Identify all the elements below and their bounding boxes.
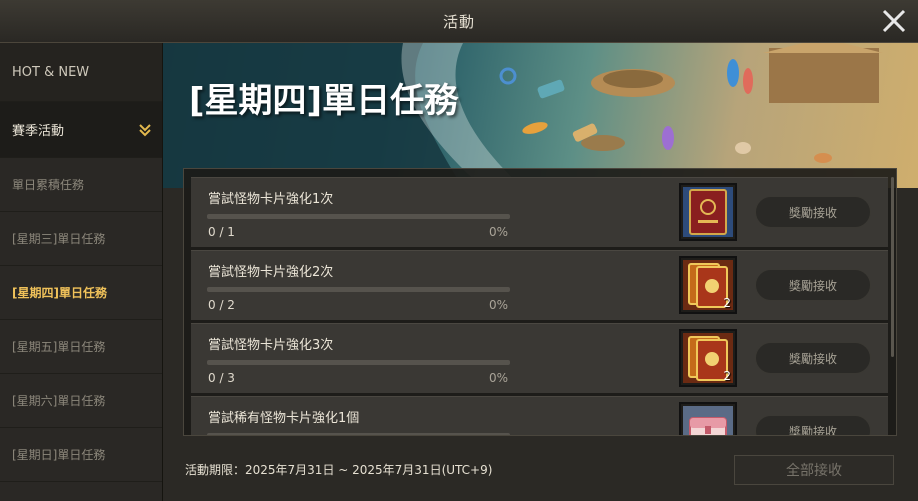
task-progress-bar: [207, 360, 510, 365]
claim-reward-button[interactable]: 獎勵接收: [755, 342, 871, 374]
sidebar-item-label: [星期五]單日任務: [12, 340, 106, 354]
monster-card-book-icon: [683, 187, 733, 237]
task-row: 嘗試稀有怪物卡片強化1個 獎勵接收: [191, 396, 888, 435]
claim-reward-button[interactable]: 獎勵接收: [755, 196, 871, 228]
reward-quantity: 2: [723, 369, 731, 383]
reward-item[interactable]: [679, 183, 737, 241]
reward-quantity: 2: [723, 296, 731, 310]
event-banner: [星期四]單日任務: [163, 43, 918, 188]
task-progress-bar: [207, 214, 510, 219]
sidebar: HOT & NEW 賽季活動 單日累積任務 [星期三]單日任務 [星期四]單日任…: [0, 43, 163, 501]
sidebar-item-sunday[interactable]: [星期日]單日任務: [0, 428, 162, 482]
page-title: [星期四]單日任務: [189, 81, 459, 121]
pink-chest-icon: [683, 406, 733, 435]
sidebar-item-label: [星期三]單日任務: [12, 232, 106, 246]
claim-all-button[interactable]: 全部接收: [734, 455, 894, 485]
task-progress-count: 0 / 1: [208, 225, 235, 239]
task-progress-bar: [207, 433, 510, 435]
close-icon: [882, 9, 906, 33]
sidebar-item-wednesday[interactable]: [星期三]單日任務: [0, 212, 162, 266]
task-progress-bar: [207, 287, 510, 292]
task-progress-count: 0 / 3: [208, 371, 235, 385]
sidebar-item-season-event[interactable]: 賽季活動: [0, 102, 162, 158]
task-list-scrollbar[interactable]: [891, 177, 894, 357]
sidebar-item-saturday[interactable]: [星期六]單日任務: [0, 374, 162, 428]
task-name: 嘗試怪物卡片強化3次: [208, 338, 334, 353]
title-bar: 活動: [0, 0, 918, 43]
claim-reward-button[interactable]: 獎勵接收: [755, 415, 871, 435]
task-list[interactable]: 嘗試怪物卡片強化1次 0 / 1 0% 獎勵接收 嘗試怪物卡片強化2次 0 / …: [183, 168, 897, 436]
chevron-down-icon: [136, 121, 154, 139]
task-name: 嘗試稀有怪物卡片強化1個: [208, 411, 360, 426]
task-row: 嘗試怪物卡片強化3次 0 / 3 0% 2 獎勵接收: [191, 323, 888, 393]
task-row: 嘗試怪物卡片強化1次 0 / 1 0% 獎勵接收: [191, 177, 888, 247]
reward-item[interactable]: 2: [679, 256, 737, 314]
sidebar-item-hot-new[interactable]: HOT & NEW: [0, 43, 162, 102]
task-row: 嘗試怪物卡片強化2次 0 / 2 0% 2 獎勵接收: [191, 250, 888, 320]
task-name: 嘗試怪物卡片強化2次: [208, 265, 334, 280]
close-button[interactable]: [878, 5, 910, 37]
task-progress-count: 0 / 2: [208, 298, 235, 312]
main-panel: [星期四]單日任務 嘗試怪物卡片強化1次 0 / 1 0% 獎勵接收 嘗試怪物卡…: [163, 43, 918, 501]
sidebar-item-label: HOT & NEW: [12, 64, 90, 80]
event-period: 活動期限：2025年7月31日 ~ 2025年7月31日(UTC+9): [185, 463, 493, 477]
sidebar-item-friday[interactable]: [星期五]單日任務: [0, 320, 162, 374]
sidebar-item-label: 賽季活動: [12, 124, 65, 139]
task-progress-percent: 0%: [489, 371, 509, 385]
sidebar-item-label: [星期四]單日任務: [12, 286, 107, 300]
claim-reward-button[interactable]: 獎勵接收: [755, 269, 871, 301]
task-progress-percent: 0%: [489, 298, 509, 312]
sidebar-item-label: 單日累積任務: [12, 178, 85, 192]
sidebar-item-label: [星期六]單日任務: [12, 394, 106, 408]
reward-item[interactable]: [679, 402, 737, 435]
sidebar-item-thursday[interactable]: [星期四]單日任務: [0, 266, 162, 320]
task-progress-percent: 0%: [489, 225, 509, 239]
reward-item[interactable]: 2: [679, 329, 737, 387]
task-name: 嘗試怪物卡片強化1次: [208, 192, 334, 207]
sidebar-item-label: [星期日]單日任務: [12, 448, 106, 462]
sidebar-item-daily-cumulative[interactable]: 單日累積任務: [0, 158, 162, 212]
window-title: 活動: [442, 12, 475, 31]
